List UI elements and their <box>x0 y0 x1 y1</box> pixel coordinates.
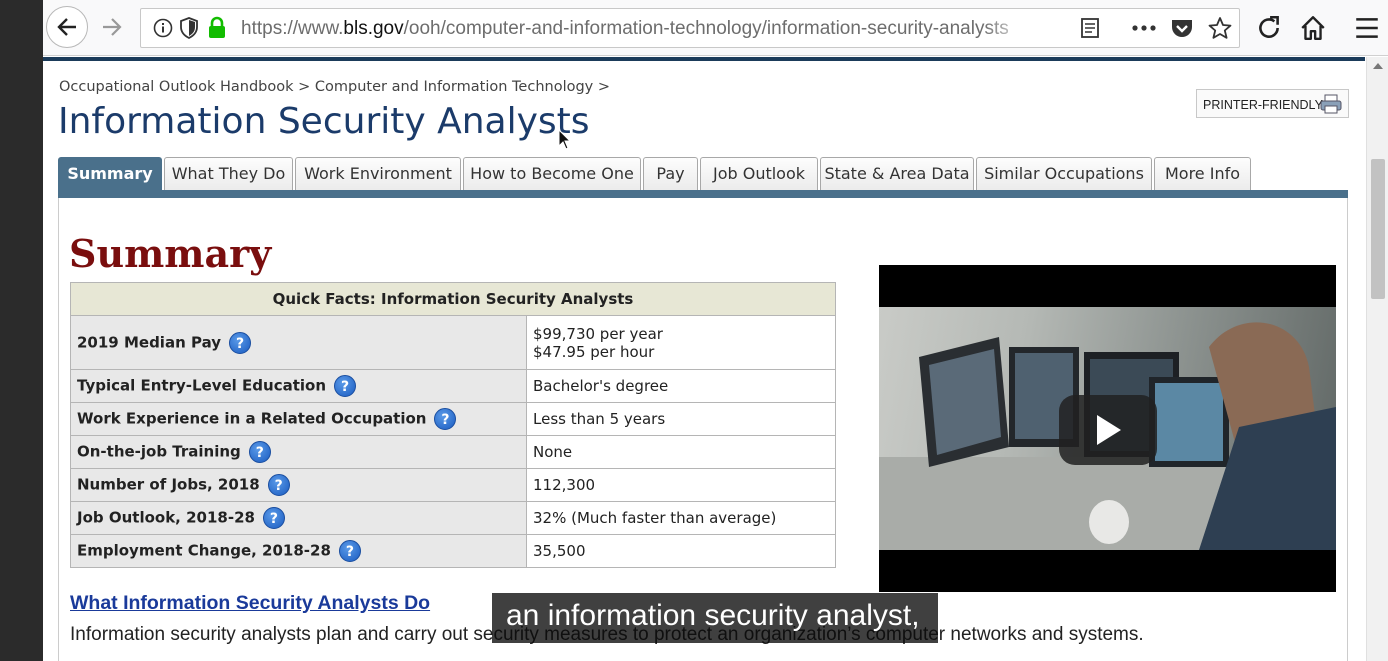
quick-facts-header: Quick Facts: Information Security Analys… <box>70 282 836 316</box>
back-button[interactable] <box>46 6 88 48</box>
quick-facts-table: Quick Facts: Information Security Analys… <box>70 282 836 568</box>
row-value: $99,730 per year $47.95 per hour <box>526 315 836 370</box>
help-icon[interactable]: ? <box>248 441 271 463</box>
printer-icon <box>1320 94 1342 114</box>
star-icon[interactable] <box>1208 16 1232 40</box>
row-label: Job Outlook, 2018-28? <box>70 501 527 535</box>
tab-work-environment[interactable]: Work Environment <box>295 157 461 191</box>
pocket-icon[interactable] <box>1170 17 1194 39</box>
tab-what-they-do[interactable]: What They Do <box>164 157 293 191</box>
home-icon[interactable] <box>1299 14 1327 42</box>
tab-summary[interactable]: Summary <box>58 157 162 191</box>
video-thumbnail <box>879 307 1336 550</box>
help-icon[interactable]: ? <box>229 331 252 354</box>
web-page: Occupational Outlook Handbook > Computer… <box>43 57 1388 661</box>
hamburger-icon[interactable] <box>1353 14 1381 42</box>
ellipsis-icon[interactable] <box>1131 18 1157 38</box>
table-row: Work Experience in a Related Occupation?… <box>70 402 836 436</box>
breadcrumb-separator: > <box>593 79 611 95</box>
row-label: Employment Change, 2018-28? <box>70 534 527 568</box>
tab-job-outlook[interactable]: Job Outlook <box>700 157 818 191</box>
row-value: 35,500 <box>526 534 836 568</box>
help-icon[interactable]: ? <box>434 408 457 430</box>
header-rule <box>43 57 1365 61</box>
summary-heading: Summary <box>69 231 272 276</box>
scrollbar-thumb[interactable] <box>1371 159 1385 299</box>
quick-facts-header-row: Quick Facts: Information Security Analys… <box>70 282 836 316</box>
info-icon[interactable] <box>153 18 173 38</box>
browser-window: https://www.bls.gov/ooh/computer-and-inf… <box>43 0 1388 661</box>
row-label: 2019 Median Pay? <box>70 315 527 370</box>
help-icon[interactable]: ? <box>334 375 357 397</box>
video-player[interactable] <box>879 265 1336 592</box>
breadcrumb-separator: > <box>293 79 315 95</box>
breadcrumb: Occupational Outlook Handbook > Computer… <box>59 79 610 95</box>
mouse-pointer-icon <box>558 129 572 150</box>
breadcrumb-link-computer-it[interactable]: Computer and Information Technology <box>315 79 593 95</box>
table-row: Employment Change, 2018-28? 35,500 <box>70 534 836 568</box>
table-row: On-the-job Training? None <box>70 435 836 469</box>
scroll-up-arrow-icon[interactable] <box>1373 63 1383 69</box>
table-row: 2019 Median Pay? $99,730 per year $47.95 … <box>70 315 836 370</box>
left-edge-panel <box>0 0 43 661</box>
table-row: Number of Jobs, 2018? 112,300 <box>70 468 836 502</box>
reload-icon[interactable] <box>1255 14 1283 42</box>
row-value: None <box>526 435 836 469</box>
play-button[interactable] <box>1059 395 1157 465</box>
lock-icon[interactable] <box>207 16 227 40</box>
tab-more-info[interactable]: More Info <box>1154 157 1251 191</box>
row-value: Less than 5 years <box>526 402 836 436</box>
printer-friendly-button[interactable]: PRINTER-FRIENDLY <box>1196 89 1349 118</box>
tab-state-area-data[interactable]: State & Area Data <box>820 157 974 191</box>
help-icon[interactable]: ? <box>338 540 361 562</box>
video-caption: an information security analyst, <box>492 593 938 643</box>
browser-toolbar: https://www.bls.gov/ooh/computer-and-inf… <box>43 0 1388 56</box>
url-text[interactable]: https://www.bls.gov/ooh/computer-and-inf… <box>241 18 1031 40</box>
tracking-shield-icon[interactable] <box>179 17 199 39</box>
row-label: Work Experience in a Related Occupation? <box>70 402 527 436</box>
arrow-left-icon <box>57 18 76 36</box>
table-row: Job Outlook, 2018-28? 32% (Much faster t… <box>70 501 836 535</box>
page-title: Information Security Analysts <box>58 101 590 142</box>
row-label: Number of Jobs, 2018? <box>70 468 527 502</box>
play-icon <box>1097 415 1121 445</box>
printer-friendly-label: PRINTER-FRIENDLY <box>1203 98 1323 112</box>
tab-pay[interactable]: Pay <box>643 157 698 191</box>
row-label: Typical Entry-Level Education? <box>70 369 527 403</box>
help-icon[interactable]: ? <box>262 507 285 529</box>
row-value: 112,300 <box>526 468 836 502</box>
breadcrumb-link-ooh[interactable]: Occupational Outlook Handbook <box>59 79 294 95</box>
tab-underline <box>58 190 1348 198</box>
arrow-right-icon <box>103 18 122 36</box>
row-value: 32% (Much faster than average) <box>526 501 836 535</box>
row-value: Bachelor's degree <box>526 369 836 403</box>
help-icon[interactable]: ? <box>267 474 290 496</box>
tab-how-to-become-one[interactable]: How to Become One <box>463 157 641 191</box>
row-label: On-the-job Training? <box>70 435 527 469</box>
vertical-scrollbar[interactable] <box>1366 57 1388 661</box>
address-bar[interactable]: https://www.bls.gov/ooh/computer-and-inf… <box>140 8 1240 48</box>
table-row: Typical Entry-Level Education? Bachelor'… <box>70 369 836 403</box>
what-they-do-link[interactable]: What Information Security Analysts Do <box>70 592 430 615</box>
reader-view-icon[interactable] <box>1079 17 1101 39</box>
forward-button[interactable] <box>91 6 133 48</box>
tab-similar-occupations[interactable]: Similar Occupations <box>976 157 1152 191</box>
